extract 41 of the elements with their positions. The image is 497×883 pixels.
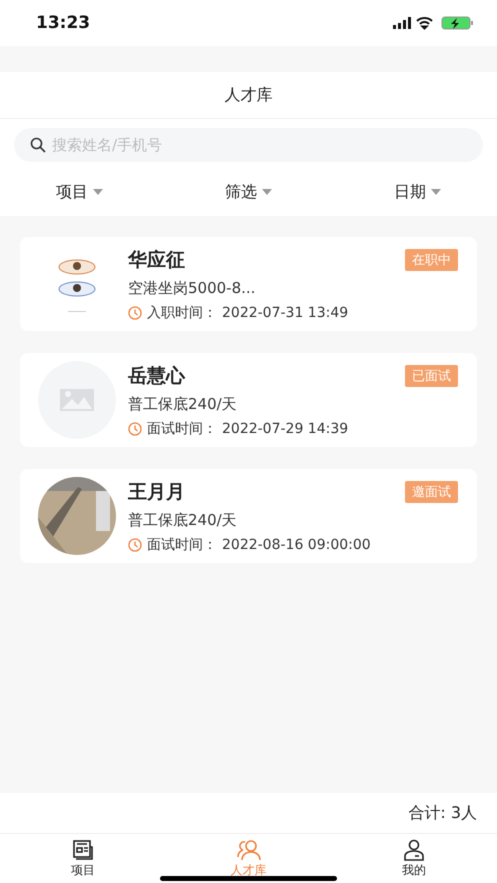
time-value: 2022-07-31 13:49 [222,304,348,320]
time-label: 面试时间： [147,536,217,554]
candidate-name: 王月月 [128,480,186,504]
wifi-icon [416,17,433,30]
filter-dropdown[interactable]: 日期 [394,182,441,202]
search-field[interactable]: 搜索姓名/手机号 [14,128,483,162]
caret-icon [431,189,441,195]
signal-icon [393,17,411,29]
time-label: 入职时间： [147,304,217,322]
job-title: 空港坐岗5000-8... [128,278,256,298]
time-label: 面试时间： [147,420,217,438]
job-title: 普工保底240/天 [128,510,238,530]
tab-item[interactable]: 项目 [0,834,166,883]
candidate-card[interactable]: 王月月 普工保底240/天 面试时间： 2022-08-16 09:00:00 邀面试 [20,469,477,563]
tab-item[interactable]: 我的 [331,834,497,883]
status-tag: 已面试 [405,365,458,387]
battery-icon [442,16,473,30]
clock-icon [128,306,142,320]
total-count: 合计: 3人 [408,802,477,824]
time-value: 2022-08-16 09:00:00 [222,536,371,552]
newspaper-icon [72,839,94,861]
candidate-card[interactable]: 岳慧心 普工保底240/天 面试时间： 2022-07-29 14:39 已面试 [20,353,477,447]
time-value: 2022-07-29 14:39 [222,420,348,436]
clock-icon [128,422,142,436]
people-icon [236,839,260,861]
status-tag: 在职中 [405,249,458,271]
candidate-name: 岳慧心 [128,364,186,388]
job-title: 普工保底240/天 [128,394,238,414]
caret-icon [262,189,272,195]
filter-dropdown[interactable]: 筛选 [225,182,272,202]
status-tag: 邀面试 [405,481,458,503]
candidate-name: 华应征 [128,248,186,272]
user-icon [403,839,426,861]
filter-dropdown[interactable]: 项目 [56,182,103,202]
image-placeholder-icon [38,361,116,439]
clock-icon [128,538,142,552]
search-icon [30,137,46,153]
candidate-card[interactable]: 华应征 空港坐岗5000-8... 入职时间： 2022-07-31 13:49 在职中 [20,237,477,331]
caret-icon [93,189,103,195]
page-title: 人才库 [224,84,272,106]
status-time: 13:23 [36,13,90,33]
